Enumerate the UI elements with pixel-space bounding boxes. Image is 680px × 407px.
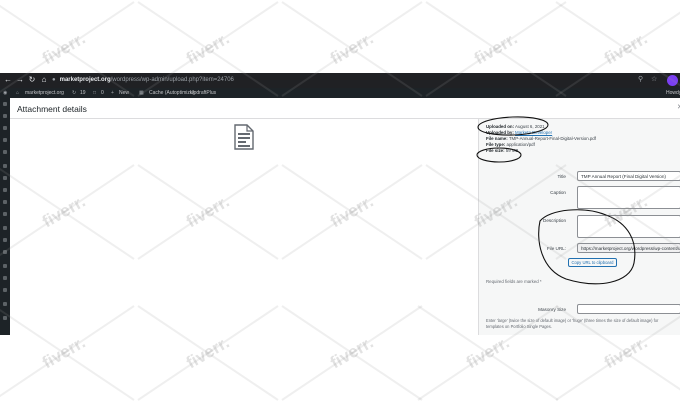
svg-text:fiverr.: fiverr. [39, 333, 89, 373]
svg-text:fiverr.: fiverr. [39, 29, 89, 69]
browser-window: ← → ↻ ⌂ ● marketproject.org/wordpress/wp-… [0, 73, 680, 335]
svg-text:fiverr.: fiverr. [601, 29, 651, 69]
svg-text:fiverr.: fiverr. [183, 333, 233, 373]
svg-text:fiverr.: fiverr. [183, 29, 233, 69]
hand-drawn-annotations [476, 116, 636, 285]
svg-text:fiverr.: fiverr. [471, 29, 521, 69]
svg-text:fiverr.: fiverr. [327, 333, 377, 373]
annotation-circle-file-url [538, 209, 636, 285]
annotation-circle-uploaded-on [477, 116, 549, 136]
screenshot: ← → ↻ ⌂ ● marketproject.org/wordpress/wp-… [0, 0, 680, 407]
svg-text:fiverr.: fiverr. [601, 333, 651, 373]
svg-text:fiverr.: fiverr. [327, 29, 377, 69]
annotation-circle-file-size [476, 147, 522, 163]
svg-text:fiverr.: fiverr. [463, 333, 513, 373]
